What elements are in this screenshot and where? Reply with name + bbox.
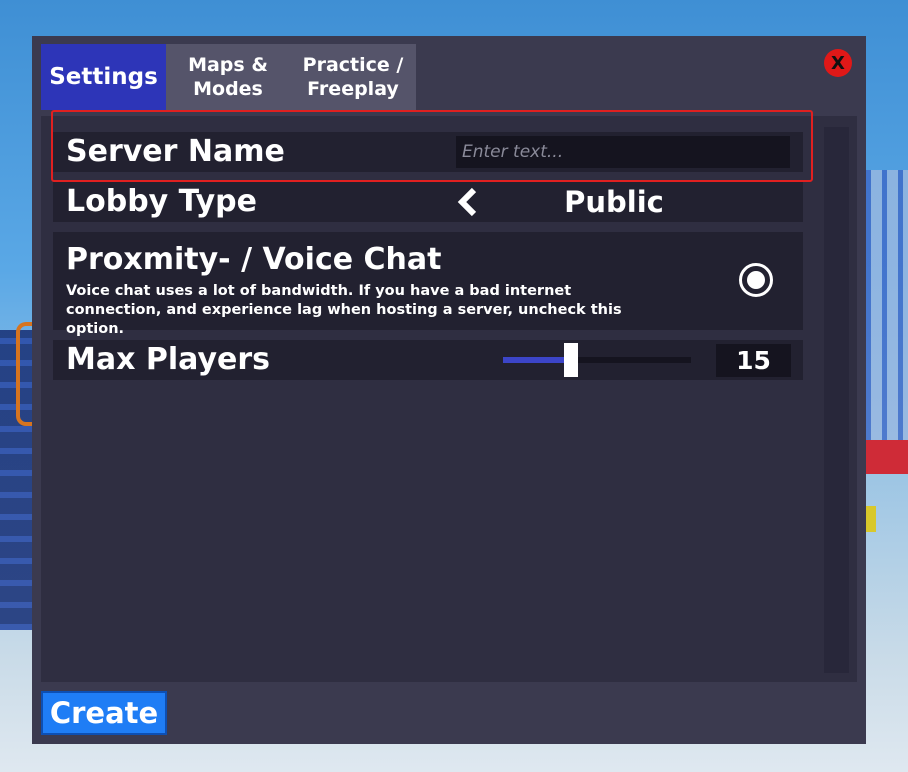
- max-players-slider[interactable]: [503, 343, 691, 377]
- background-red-beam: [866, 440, 908, 474]
- voice-chat-label: Proxmity- / Voice Chat: [66, 242, 442, 277]
- slider-handle[interactable]: [563, 343, 578, 377]
- server-name-row: Server Name: [53, 132, 803, 172]
- create-button[interactable]: Create: [41, 691, 167, 735]
- lobby-type-label: Lobby Type: [66, 184, 257, 219]
- voice-chat-row: Proxmity- / Voice Chat Voice chat uses a…: [53, 232, 803, 337]
- settings-window: Settings Maps & Modes Practice / Freepla…: [32, 36, 866, 744]
- background-yellow-post: [866, 506, 876, 532]
- settings-panel: Server Name Lobby Type Public Proxmity- …: [41, 110, 857, 682]
- scrollbar[interactable]: [824, 127, 849, 673]
- background-structure: [866, 170, 908, 460]
- max-players-value[interactable]: 15: [716, 344, 791, 377]
- lobby-type-value: Public: [564, 185, 664, 219]
- radio-checked-icon: [747, 271, 765, 289]
- close-button[interactable]: X: [824, 49, 852, 77]
- chevron-left-icon[interactable]: [453, 186, 483, 218]
- voice-chat-radio[interactable]: [739, 263, 773, 297]
- lobby-type-row: Lobby Type Public: [53, 182, 803, 222]
- game-scene: Settings Maps & Modes Practice / Freepla…: [0, 0, 908, 772]
- tab-settings[interactable]: Settings: [41, 44, 166, 110]
- tab-practice-freeplay-label: Practice / Freeplay: [302, 54, 404, 100]
- slider-fill: [503, 357, 571, 363]
- voice-chat-description: Voice chat uses a lot of bandwidth. If y…: [66, 283, 622, 337]
- tab-practice-freeplay[interactable]: Practice / Freeplay: [290, 44, 416, 110]
- tab-maps-modes-label: Maps & Modes: [188, 54, 268, 100]
- max-players-row: Max Players 15: [53, 340, 803, 380]
- close-icon: X: [831, 52, 845, 74]
- server-name-label: Server Name: [66, 134, 285, 169]
- tab-settings-label: Settings: [49, 64, 158, 90]
- tab-maps-modes[interactable]: Maps & Modes: [166, 44, 290, 110]
- max-players-label: Max Players: [66, 342, 271, 377]
- server-name-input[interactable]: [456, 136, 790, 168]
